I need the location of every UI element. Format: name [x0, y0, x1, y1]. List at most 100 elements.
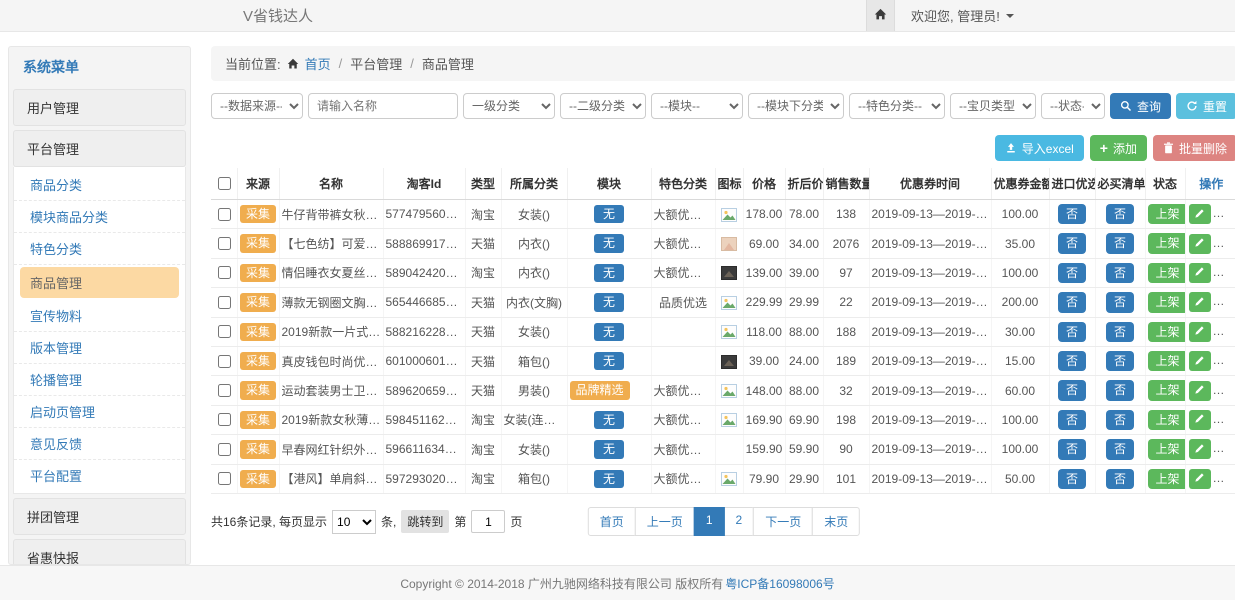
filter-status-select[interactable]: --状态-- — [1041, 93, 1105, 119]
row-checkbox[interactable] — [218, 355, 231, 368]
import-select-toggle[interactable]: 否 — [1058, 292, 1086, 312]
edit-button[interactable] — [1189, 410, 1211, 430]
pager-button-上一页[interactable]: 上一页 — [635, 507, 695, 536]
module-none-badge: 无 — [594, 352, 624, 370]
must-buy-toggle[interactable]: 否 — [1106, 263, 1134, 283]
pager-button-首页[interactable]: 首页 — [588, 507, 636, 536]
must-buy-toggle[interactable]: 否 — [1106, 380, 1134, 400]
sidebar-item-goods-category[interactable]: 商品分类 — [14, 169, 185, 201]
edit-button[interactable] — [1189, 263, 1211, 283]
type-cell: 天猫 — [465, 346, 501, 375]
sidebar-item-version-management[interactable]: 版本管理 — [14, 332, 185, 364]
status-toggle[interactable]: 上架 — [1148, 380, 1186, 400]
must-buy-toggle[interactable]: 否 — [1106, 439, 1134, 459]
sidebar-item-group-buy-management[interactable]: 拼团管理 — [13, 498, 186, 535]
pager-button-2[interactable]: 2 — [724, 507, 755, 536]
pager-button-下一页[interactable]: 下一页 — [753, 507, 813, 536]
sidebar-item-savings-news[interactable]: 省惠快报 — [13, 539, 186, 565]
filter-data-source-select[interactable]: --数据来源-- — [211, 93, 303, 119]
import-excel-button[interactable]: 导入excel — [995, 135, 1084, 161]
sidebar-item-user-management[interactable]: 用户管理 — [13, 89, 186, 126]
status-toggle[interactable]: 上架 — [1148, 263, 1186, 283]
status-toggle[interactable]: 上架 — [1148, 292, 1186, 312]
must-buy-toggle[interactable]: 否 — [1106, 410, 1134, 430]
sidebar-item-goods-management[interactable]: 商品管理 — [20, 267, 179, 298]
row-checkbox[interactable] — [218, 413, 231, 426]
import-select-toggle[interactable]: 否 — [1058, 439, 1086, 459]
row-checkbox[interactable] — [218, 384, 231, 397]
taoke-id-cell: 588216228899 — [383, 317, 465, 346]
add-button[interactable]: + 添加 — [1090, 135, 1147, 161]
filter-level2-category-select[interactable]: --二级分类-- — [560, 93, 646, 119]
edit-button[interactable] — [1189, 322, 1211, 342]
status-toggle[interactable]: 上架 — [1148, 410, 1186, 430]
status-toggle[interactable]: 上架 — [1148, 351, 1186, 371]
row-checkbox[interactable] — [218, 472, 231, 485]
row-checkbox[interactable] — [218, 266, 231, 279]
query-button[interactable]: 查询 — [1110, 93, 1171, 119]
breadcrumb-item-platform: 平台管理 — [350, 54, 402, 73]
filter-level1-category-select[interactable]: 一级分类 — [463, 93, 555, 119]
reset-button[interactable]: 重置 — [1176, 93, 1235, 119]
import-select-toggle[interactable]: 否 — [1058, 233, 1086, 253]
edit-button[interactable] — [1189, 234, 1211, 254]
status-toggle[interactable]: 上架 — [1148, 233, 1186, 253]
filter-name-input[interactable] — [308, 93, 458, 119]
import-select-toggle[interactable]: 否 — [1058, 204, 1086, 224]
user-menu[interactable]: 欢迎您, 管理员! — [911, 6, 1014, 25]
sidebar-item-feedback[interactable]: 意见反馈 — [14, 428, 185, 460]
jump-page-input[interactable] — [471, 510, 505, 533]
import-select-toggle[interactable]: 否 — [1058, 351, 1086, 371]
must-buy-toggle[interactable]: 否 — [1106, 292, 1134, 312]
batch-delete-button[interactable]: 批量删除 — [1153, 135, 1235, 161]
status-toggle[interactable]: 上架 — [1148, 204, 1186, 224]
edit-button[interactable] — [1189, 469, 1211, 489]
status-toggle[interactable]: 上架 — [1148, 322, 1186, 342]
home-icon — [874, 8, 887, 24]
edit-icon — [1194, 442, 1205, 457]
icon-cell — [715, 464, 743, 493]
row-checkbox[interactable] — [218, 237, 231, 250]
edit-button[interactable] — [1189, 351, 1211, 371]
must-buy-toggle[interactable]: 否 — [1106, 322, 1134, 342]
edit-button[interactable] — [1189, 439, 1211, 459]
pager-button-末页[interactable]: 末页 — [812, 507, 860, 536]
sidebar-item-platform-management[interactable]: 平台管理 — [13, 130, 186, 167]
row-checkbox[interactable] — [218, 208, 231, 221]
table-header: 来源名称淘客Id类型所属分类模块特色分类图标价格折后价销售数量优惠券时间优惠券金… — [211, 168, 1235, 200]
must-buy-toggle[interactable]: 否 — [1106, 351, 1134, 371]
per-page-select[interactable]: 10 — [332, 510, 376, 534]
sidebar-item-platform-config[interactable]: 平台配置 — [14, 460, 185, 491]
import-select-toggle[interactable]: 否 — [1058, 380, 1086, 400]
sidebar-item-feature-category[interactable]: 特色分类 — [14, 233, 185, 265]
sidebar-item-carousel-management[interactable]: 轮播管理 — [14, 364, 185, 396]
status-toggle[interactable]: 上架 — [1148, 469, 1186, 489]
row-checkbox[interactable] — [218, 296, 231, 309]
edit-button[interactable] — [1189, 381, 1211, 401]
import-select-toggle[interactable]: 否 — [1058, 263, 1086, 283]
breadcrumb-home-link[interactable]: 首页 — [305, 54, 331, 73]
row-checkbox[interactable] — [218, 325, 231, 338]
filter-module-subcategory-select[interactable]: --模块下分类-- — [748, 93, 844, 119]
row-checkbox[interactable] — [218, 443, 231, 456]
import-select-toggle[interactable]: 否 — [1058, 322, 1086, 342]
pager-button-1[interactable]: 1 — [694, 507, 725, 536]
filter-module-select[interactable]: --模块-- — [651, 93, 743, 119]
sidebar-item-module-goods-category[interactable]: 模块商品分类 — [14, 201, 185, 233]
edit-button[interactable] — [1189, 292, 1211, 312]
status-toggle[interactable]: 上架 — [1148, 439, 1186, 459]
filter-item-type-select[interactable]: --宝贝类型-- — [950, 93, 1036, 119]
edit-button[interactable] — [1189, 204, 1211, 224]
filter-feature-category-select[interactable]: --特色分类-- — [849, 93, 945, 119]
status-toggle-cell: 上架 — [1145, 200, 1185, 229]
home-button[interactable] — [866, 0, 895, 31]
sidebar-item-splash-page-management[interactable]: 启动页管理 — [14, 396, 185, 428]
must-buy-toggle[interactable]: 否 — [1106, 469, 1134, 489]
must-buy-toggle[interactable]: 否 — [1106, 233, 1134, 253]
import-select-toggle[interactable]: 否 — [1058, 469, 1086, 489]
icp-link[interactable]: 粤ICP备16098006号 — [725, 575, 834, 592]
must-buy-toggle[interactable]: 否 — [1106, 204, 1134, 224]
sidebar-item-promo-materials[interactable]: 宣传物料 — [14, 300, 185, 332]
select-all-checkbox[interactable] — [218, 177, 231, 190]
import-select-toggle[interactable]: 否 — [1058, 410, 1086, 430]
